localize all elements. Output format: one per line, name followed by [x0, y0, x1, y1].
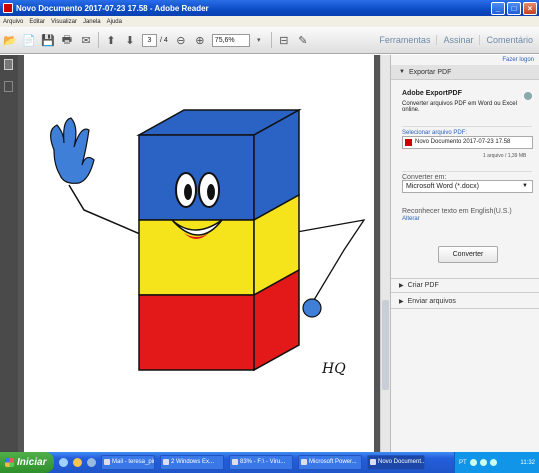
taskbar: Iniciar Mail - teresa_pin... 2 Windows E…: [0, 452, 539, 473]
start-label: Iniciar: [17, 457, 47, 468]
close-button[interactable]: ×: [523, 1, 537, 15]
page-total: / 4: [160, 36, 168, 44]
vertical-scrollbar[interactable]: [380, 55, 390, 452]
sign-link[interactable]: Assinar: [436, 35, 473, 45]
adobe-reader-icon: [3, 3, 13, 13]
taskbar-item-reader[interactable]: Novo Document...: [367, 455, 425, 470]
service-title: Adobe ExportPDF: [402, 90, 462, 97]
service-description: Converter arquivos PDF em Word ou Excel …: [402, 101, 517, 113]
menu-arquivo[interactable]: Arquivo: [3, 19, 23, 25]
send-files-label: Enviar arquivos: [407, 297, 456, 305]
print-icon[interactable]: 🖶: [60, 33, 74, 47]
chevron-down-icon: ▼: [522, 183, 528, 189]
right-tools-pane: Fazer logon ▼ Exportar PDF Adobe ExportP…: [390, 55, 539, 452]
title-bar: Novo Documento 2017-07-23 17.58 - Adobe …: [0, 0, 539, 16]
language-indicator[interactable]: PT: [459, 460, 467, 466]
create-pdf-label: Criar PDF: [407, 282, 439, 289]
login-link[interactable]: Fazer logon: [502, 57, 534, 63]
quick-launch-icon[interactable]: [59, 458, 68, 467]
open-icon[interactable]: 📂: [3, 33, 17, 47]
maximize-button[interactable]: □: [507, 1, 521, 15]
quick-launch-icon[interactable]: [87, 458, 96, 467]
menu-janela[interactable]: Janela: [83, 19, 101, 25]
convert-format-select[interactable]: Microsoft Word (*.docx) ▼: [402, 180, 533, 193]
zoom-input[interactable]: 75,6%: [211, 33, 250, 47]
file-info: 1 arquivo / 1,39 MB: [483, 153, 527, 159]
window-title: Novo Documento 2017-07-23 17.58 - Adobe …: [16, 3, 209, 13]
create-pdf-icon[interactable]: 📄: [22, 33, 36, 47]
pdf-page: HQ: [24, 55, 374, 452]
export-pdf-label: Exportar PDF: [408, 68, 452, 76]
pdf-file-icon: [405, 139, 412, 146]
minimize-button[interactable]: _: [491, 1, 505, 15]
document-area: HQ: [18, 55, 380, 452]
fit-page-icon[interactable]: ⊟: [277, 33, 291, 47]
taskbar-item-explorer[interactable]: 2 Windows Ex...: [160, 455, 224, 470]
menu-editar[interactable]: Editar: [29, 19, 45, 25]
tray-icon[interactable]: [469, 459, 477, 466]
menu-visualizar[interactable]: Visualizar: [51, 19, 77, 25]
convert-button[interactable]: Converter: [438, 246, 498, 263]
page-thumbnails-icon[interactable]: [4, 59, 13, 70]
next-page-icon[interactable]: ⬇: [123, 33, 137, 47]
windows-logo-icon: [5, 458, 14, 467]
create-pdf-section-header[interactable]: ▶ Criar PDF: [391, 278, 539, 293]
file-name: Novo Documento 2017-07-23 17.58: [415, 139, 511, 145]
taskbar-item-mail[interactable]: Mail - teresa_pin...: [101, 455, 155, 470]
chevron-right-icon: ▶: [399, 283, 404, 289]
prev-page-icon[interactable]: ⬆: [104, 33, 118, 47]
drawing-illustration: HQ: [50, 108, 366, 377]
system-tray: PT 11:32: [454, 452, 539, 473]
change-language-link[interactable]: Alterar: [402, 216, 420, 222]
help-icon[interactable]: [524, 92, 532, 100]
tray-icon[interactable]: [479, 459, 487, 466]
select-file-label: Selecionar arquivo PDF:: [402, 126, 532, 136]
tools-link[interactable]: Ferramentas: [373, 35, 430, 45]
menu-ajuda[interactable]: Ajuda: [107, 19, 122, 25]
scroll-thumb[interactable]: [382, 300, 389, 390]
page-number-input[interactable]: 3: [142, 33, 157, 47]
export-pdf-section-header[interactable]: ▼ Exportar PDF: [391, 65, 539, 80]
send-files-section-header[interactable]: ▶ Enviar arquivos: [391, 294, 539, 309]
svg-text:HQ: HQ: [321, 361, 346, 377]
ocr-text: Reconhecer texto em English(U.S.): [402, 208, 512, 215]
zoom-out-icon[interactable]: ⊖: [174, 33, 188, 47]
save-icon[interactable]: 💾: [41, 33, 55, 47]
taskbar-item-powerpoint[interactable]: Microsoft Power...: [298, 455, 362, 470]
attachments-icon[interactable]: [4, 81, 13, 92]
right-toolbar-links: Ferramentas Assinar Comentário: [367, 35, 533, 45]
chevron-down-icon: ▼: [399, 69, 405, 75]
menu-bar: Arquivo Editar Visualizar Janela Ajuda: [0, 16, 539, 27]
zoom-in-icon[interactable]: ⊕: [193, 33, 207, 47]
toolbar-divider: [98, 32, 99, 48]
chevron-right-icon: ▶: [399, 298, 404, 305]
selected-file-field[interactable]: Novo Documento 2017-07-23 17.58: [402, 136, 533, 149]
taskbar-item-progress[interactable]: 83% - F:\ - Viru...: [229, 455, 293, 470]
email-icon[interactable]: ✉: [79, 33, 93, 47]
convert-format-value: Microsoft Word (*.docx): [406, 183, 479, 190]
quick-launch-icon[interactable]: [73, 458, 82, 467]
zoom-dropdown-icon[interactable]: ▾: [252, 33, 266, 47]
left-navigation-panel: [0, 55, 18, 452]
start-button[interactable]: Iniciar: [0, 452, 54, 473]
edit-tools-icon[interactable]: ✎: [296, 33, 310, 47]
toolbar-divider: [270, 32, 272, 48]
clock: 11:32: [520, 459, 535, 466]
comment-link[interactable]: Comentário: [479, 35, 533, 45]
tray-icon[interactable]: [489, 459, 497, 466]
